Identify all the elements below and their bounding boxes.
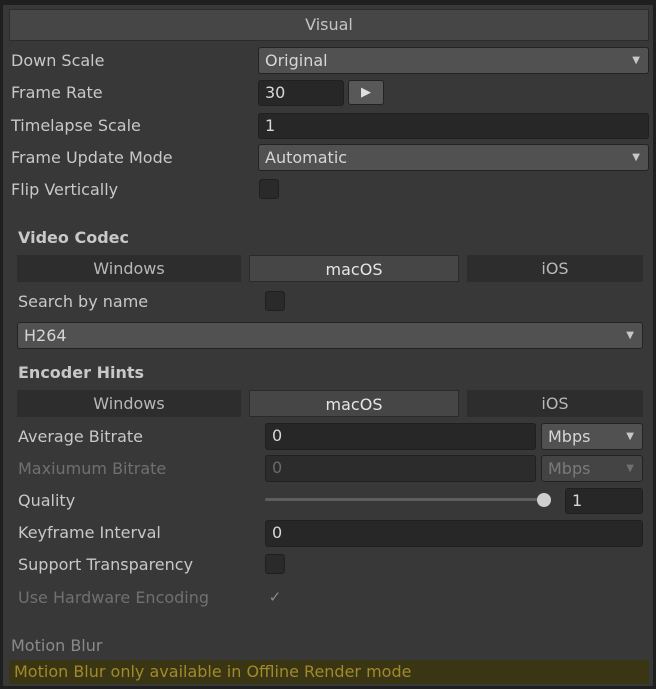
chevron-down-icon: ▼ xyxy=(632,55,640,66)
use-hardware-encoding-label: Use Hardware Encoding xyxy=(18,588,210,607)
timelapse-scale-field[interactable]: 1 xyxy=(258,113,649,139)
video-codec-tab-macos[interactable]: macOS xyxy=(249,255,459,282)
chevron-down-icon: ▼ xyxy=(626,330,634,341)
encoder-hints-tab-windows[interactable]: Windows xyxy=(17,390,241,417)
chevron-down-icon: ▼ xyxy=(626,463,634,474)
maximum-bitrate-unit-dropdown: Mbps ▼ xyxy=(541,455,643,482)
average-bitrate-label: Average Bitrate xyxy=(18,427,143,446)
quality-slider[interactable] xyxy=(265,490,553,510)
video-codec-tab-windows[interactable]: Windows xyxy=(17,255,241,282)
average-bitrate-field[interactable]: 0 xyxy=(265,423,536,450)
play-icon: ▶ xyxy=(361,85,371,100)
down-scale-value: Original xyxy=(265,51,328,70)
encoder-hints-tab-ios[interactable]: iOS xyxy=(467,390,643,417)
average-bitrate-unit: Mbps xyxy=(548,427,591,446)
search-by-name-label: Search by name xyxy=(18,292,149,311)
codec-dropdown[interactable]: H264 ▼ xyxy=(17,322,643,349)
down-scale-dropdown[interactable]: Original ▼ xyxy=(258,47,649,74)
timelapse-scale-label: Timelapse Scale xyxy=(11,116,141,135)
down-scale-label: Down Scale xyxy=(11,51,105,70)
maximum-bitrate-label: Maxiumum Bitrate xyxy=(18,459,167,478)
encoder-hints-tab-macos[interactable]: macOS xyxy=(249,390,459,417)
keyframe-interval-field[interactable]: 0 xyxy=(265,520,643,547)
video-codec-title: Video Codec xyxy=(18,228,129,247)
support-transparency-label: Support Transparency xyxy=(18,555,194,574)
frame-update-mode-dropdown[interactable]: Automatic ▼ xyxy=(258,144,649,171)
check-icon: ✓ xyxy=(268,588,282,606)
motion-blur-title: Motion Blur xyxy=(11,636,103,655)
maximum-bitrate-unit: Mbps xyxy=(548,459,591,478)
search-by-name-checkbox[interactable] xyxy=(265,291,285,311)
frame-rate-label: Frame Rate xyxy=(11,83,103,102)
chevron-down-icon: ▼ xyxy=(626,431,634,442)
maximum-bitrate-field: 0 xyxy=(265,455,536,482)
recorder-settings-panel: Visual Down Scale Original ▼ Frame Rate … xyxy=(3,5,653,686)
flip-vertically-checkbox[interactable] xyxy=(259,179,279,199)
visual-section-header[interactable]: Visual xyxy=(9,9,649,41)
video-codec-tab-ios[interactable]: iOS xyxy=(467,255,643,282)
quality-label: Quality xyxy=(18,491,76,510)
quality-value-field[interactable]: 1 xyxy=(565,488,643,514)
average-bitrate-unit-dropdown[interactable]: Mbps ▼ xyxy=(541,423,643,450)
quality-slider-track[interactable] xyxy=(265,498,551,501)
keyframe-interval-label: Keyframe Interval xyxy=(18,523,161,542)
flip-vertically-label: Flip Vertically xyxy=(11,180,119,199)
motion-blur-warning: Motion Blur only available in Offline Re… xyxy=(9,660,649,684)
codec-value: H264 xyxy=(24,326,67,345)
support-transparency-checkbox[interactable] xyxy=(265,554,285,574)
frame-rate-field[interactable]: 30 xyxy=(258,80,344,106)
frame-update-mode-label: Frame Update Mode xyxy=(11,148,173,167)
frame-rate-play-button[interactable]: ▶ xyxy=(348,80,384,105)
encoder-hints-title: Encoder Hints xyxy=(18,363,144,382)
quality-slider-thumb[interactable] xyxy=(537,493,551,507)
chevron-down-icon: ▼ xyxy=(632,152,640,163)
frame-update-mode-value: Automatic xyxy=(265,148,348,167)
